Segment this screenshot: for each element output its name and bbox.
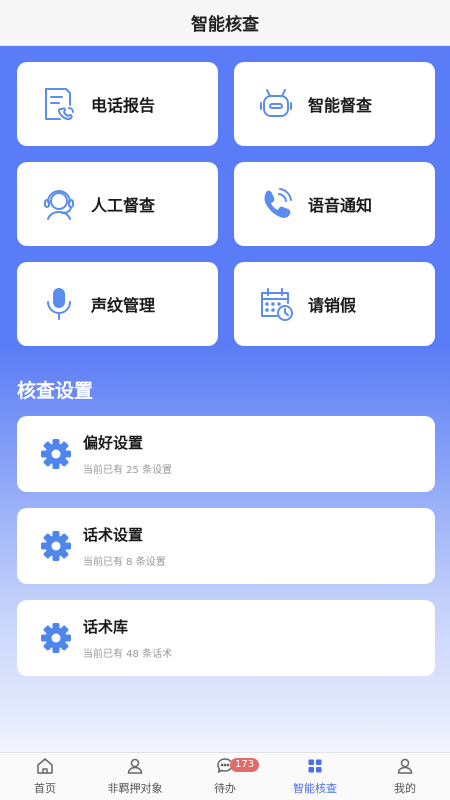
- robot-icon: [256, 84, 296, 124]
- gear-icon: [41, 623, 71, 653]
- calendar-clock-icon: [256, 284, 296, 324]
- page-title: 智能核查: [191, 15, 259, 35]
- tab-label: 待办: [214, 782, 236, 795]
- tile-voiceprint-management[interactable]: 声纹管理: [17, 262, 218, 346]
- setting-title: 话术设置: [83, 526, 144, 544]
- microphone-icon: [39, 284, 79, 324]
- setting-title: 话术库: [83, 618, 129, 636]
- tab-label: 我的: [394, 782, 416, 795]
- tab-non-custodial-subjects[interactable]: 非羁押对象: [90, 753, 180, 800]
- tab-label: 首页: [34, 782, 56, 795]
- tile-label: 声纹管理: [91, 296, 156, 315]
- tab-home[interactable]: 首页: [0, 753, 90, 800]
- setting-item-script-library[interactable]: 话术库 当前已有 48 条话术: [17, 600, 435, 676]
- tab-label: 非羁押对象: [107, 782, 163, 795]
- home-icon: [37, 758, 53, 774]
- tile-voice-notification[interactable]: 语音通知: [234, 162, 435, 246]
- tab-label: 智能核查: [293, 782, 337, 795]
- setting-subtitle: 当前已有 48 条话术: [83, 649, 173, 660]
- tab-smart-verification[interactable]: 智能核查: [270, 753, 360, 800]
- tile-manual-supervision[interactable]: 人工督查: [17, 162, 218, 246]
- bottom-tab-bar: 首页 非羁押对象 173 待办 智能核查 我的: [0, 752, 450, 800]
- gear-icon: [41, 439, 71, 469]
- agent-headset-icon: [39, 184, 79, 224]
- tile-label: 智能督查: [308, 96, 373, 115]
- tab-mine[interactable]: 我的: [360, 753, 450, 800]
- tile-label: 请销假: [308, 296, 357, 315]
- setting-subtitle: 当前已有 8 条设置: [83, 557, 166, 568]
- todo-count-badge: 173: [230, 758, 260, 772]
- tile-leave-request[interactable]: 请销假: [234, 262, 435, 346]
- gear-icon: [41, 531, 71, 561]
- tile-label: 语音通知: [308, 196, 373, 215]
- section-title: 核查设置: [17, 380, 94, 402]
- setting-text: 话术设置 当前已有 8 条设置: [83, 524, 166, 568]
- function-grid: 电话报告 智能督查 人工督查 语音通知 声纹管理 请销假: [17, 62, 435, 346]
- main-content: 电话报告 智能督查 人工督查 语音通知 声纹管理 请销假 核查设置 偏好设置 当…: [0, 46, 450, 752]
- setting-title: 偏好设置: [83, 434, 144, 452]
- grid-icon: [308, 759, 322, 773]
- setting-text: 偏好设置 当前已有 25 条设置: [83, 432, 172, 476]
- tab-todo[interactable]: 173 待办: [180, 753, 270, 800]
- person-icon: [127, 758, 143, 774]
- tile-phone-report[interactable]: 电话报告: [17, 62, 218, 146]
- tile-label: 人工督查: [91, 196, 156, 215]
- setting-text: 话术库 当前已有 48 条话术: [83, 616, 172, 660]
- setting-subtitle: 当前已有 25 条设置: [83, 465, 173, 476]
- phone-call-icon: [256, 184, 296, 224]
- tile-smart-supervision[interactable]: 智能督查: [234, 62, 435, 146]
- setting-item-scripts[interactable]: 话术设置 当前已有 8 条设置: [17, 508, 435, 584]
- person-icon: [397, 758, 413, 774]
- top-bar: 智能核查: [0, 0, 450, 46]
- setting-item-preferences[interactable]: 偏好设置 当前已有 25 条设置: [17, 416, 435, 492]
- tile-label: 电话报告: [91, 96, 156, 115]
- phone-report-icon: [39, 84, 79, 124]
